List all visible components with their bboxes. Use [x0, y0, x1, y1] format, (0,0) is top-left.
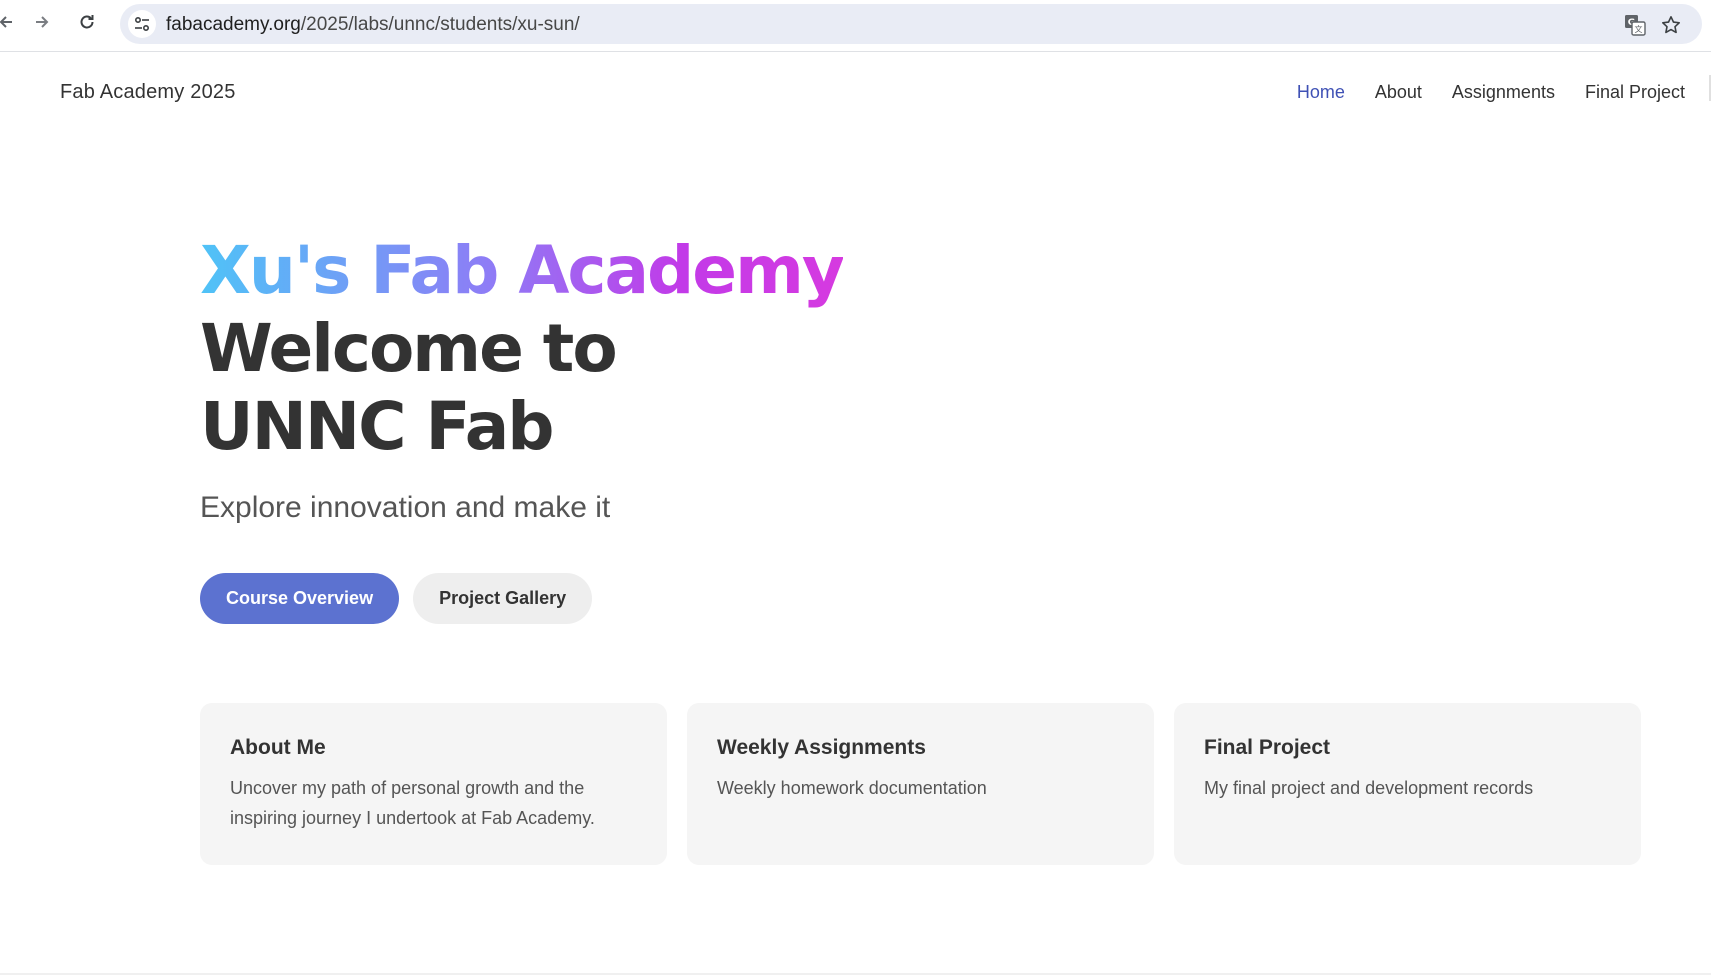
hero-welcome: Welcome to UNNC Fab	[200, 310, 618, 465]
nav-home[interactable]: Home	[1297, 80, 1345, 104]
card-text: Uncover my path of personal growth and t…	[230, 778, 595, 828]
svg-text:文: 文	[1635, 24, 1643, 34]
card-weekly-assignments[interactable]: Weekly Assignments Weekly homework docum…	[687, 703, 1154, 865]
main-nav: Home About Assignments Final Project	[1297, 80, 1685, 104]
nav-about[interactable]: About	[1375, 80, 1422, 104]
card-title: Final Project	[1204, 736, 1331, 759]
hero-title-gradient: Xu's Fab Academy	[200, 232, 845, 309]
site-brand[interactable]: Fab Academy 2025	[60, 80, 236, 104]
hero-subtitle: Explore innovation and make it	[200, 491, 611, 524]
card-text: Weekly homework documentation	[717, 778, 987, 798]
card-title: About Me	[230, 736, 326, 759]
course-overview-button[interactable]: Course Overview	[200, 573, 400, 624]
site-header: Fab Academy 2025 Home About Assignments …	[0, 53, 1711, 133]
project-gallery-button[interactable]: Project Gallery	[413, 573, 593, 624]
card-title: Weekly Assignments	[717, 736, 926, 759]
card-final-project[interactable]: Final Project My final project and devel…	[1174, 703, 1641, 865]
reload-icon[interactable]	[73, 8, 101, 36]
forward-arrow-icon[interactable]	[28, 8, 56, 36]
nav-final-project[interactable]: Final Project	[1585, 80, 1685, 104]
tune-icon[interactable]	[128, 10, 156, 38]
browser-toolbar: fabacademy.org/2025/labs/unnc/students/x…	[0, 0, 1711, 52]
card-about-me[interactable]: About Me Uncover my path of personal gro…	[200, 703, 667, 865]
star-icon[interactable]	[1658, 12, 1684, 38]
hero-title: Xu's Fab Academy	[200, 232, 900, 310]
nav-assignments[interactable]: Assignments	[1452, 80, 1555, 104]
url-text: fabacademy.org/2025/labs/unnc/students/x…	[166, 15, 580, 35]
url-path: /2025/labs/unnc/students/xu-sun/	[300, 14, 580, 35]
hero-buttons: Course Overview Project Gallery	[200, 573, 593, 624]
url-domain: fabacademy.org	[166, 14, 301, 35]
back-arrow-icon[interactable]	[0, 8, 20, 36]
address-bar[interactable]: fabacademy.org/2025/labs/unnc/students/x…	[120, 4, 1702, 44]
card-text: My final project and development records	[1204, 778, 1534, 798]
hero-section: Xu's Fab Academy Welcome to UNNC Fab Exp…	[200, 232, 900, 526]
feature-cards: About Me Uncover my path of personal gro…	[200, 703, 1641, 865]
translate-icon[interactable]: G 文	[1622, 12, 1648, 38]
